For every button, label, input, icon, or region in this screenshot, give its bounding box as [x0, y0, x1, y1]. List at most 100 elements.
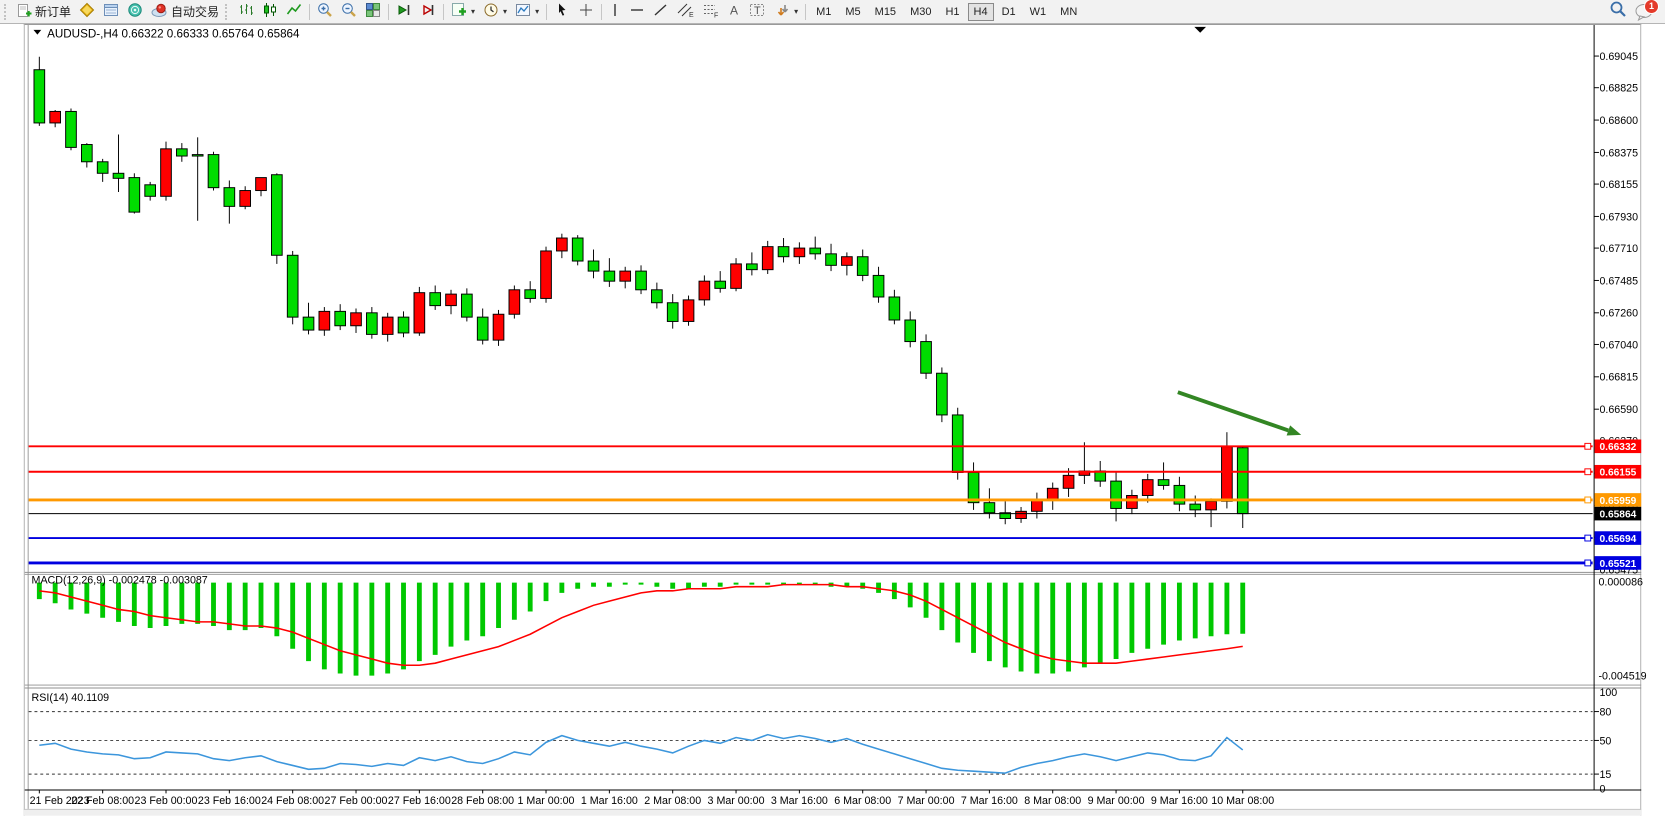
data-window-button[interactable] — [99, 2, 123, 22]
template-icon — [515, 2, 531, 21]
trendline-button[interactable] — [649, 2, 673, 22]
chart-window[interactable]: 0.690450.688250.686000.683750.681550.679… — [0, 24, 1665, 839]
search-icon[interactable] — [1609, 0, 1627, 23]
new-order-label: 新订单 — [35, 3, 71, 20]
price-tag-label: 0.65521 — [1599, 559, 1636, 570]
toolbar-separator — [309, 4, 310, 20]
date-tick-label: 2 Mar 08:00 — [644, 795, 701, 807]
date-tick-label: 7 Mar 00:00 — [898, 795, 955, 807]
rsi-label: RSI(14) 40.1109 — [32, 692, 110, 704]
candle-body — [145, 185, 156, 197]
hline-handle — [1585, 443, 1591, 449]
arrows-icon — [774, 2, 790, 21]
candle-body — [1032, 500, 1043, 512]
tf-button-W1[interactable]: W1 — [1024, 3, 1053, 21]
fibonacci-button[interactable]: F — [698, 2, 723, 22]
price-tick-label: 0.68375 — [1599, 147, 1638, 159]
date-tick-label: 27 Feb 00:00 — [325, 795, 388, 807]
tf-button-M30[interactable]: M30 — [904, 3, 937, 21]
candle-body — [446, 294, 457, 306]
market-watch-button[interactable] — [75, 2, 99, 22]
periods-button[interactable]: ▾ — [479, 2, 511, 22]
candle-body — [256, 178, 267, 191]
candle-body — [889, 297, 900, 320]
date-tick-label: 27 Feb 16:00 — [388, 795, 451, 807]
candle-body — [208, 155, 219, 188]
date-tick-label: 9 Mar 00:00 — [1088, 795, 1145, 807]
cursor-icon — [554, 2, 570, 21]
trendline-icon — [653, 2, 669, 21]
date-tick-label: 9 Mar 16:00 — [1151, 795, 1208, 807]
bar-chart-type-button[interactable] — [234, 2, 258, 22]
chart-shift-button[interactable] — [392, 2, 416, 22]
text-button[interactable]: A — [723, 2, 745, 22]
channel-button[interactable]: E — [673, 2, 698, 22]
candle-body — [1127, 495, 1138, 508]
auto-trading-button[interactable]: 自动交易 — [147, 2, 223, 22]
date-tick-label: 1 Mar 16:00 — [581, 795, 638, 807]
candle-body — [731, 264, 742, 288]
candle-body — [636, 271, 647, 290]
macd-label: MACD(12,26,9) -0.002478 -0.003087 — [32, 575, 208, 587]
candlestick-type-button[interactable] — [258, 2, 282, 22]
candle-body — [477, 317, 488, 340]
price-tag-label: 0.66332 — [1599, 442, 1636, 453]
date-tick-label: 28 Feb 08:00 — [451, 795, 514, 807]
candle-body — [493, 314, 504, 340]
tf-button-H4[interactable]: H4 — [968, 3, 994, 21]
line-chart-type-button[interactable] — [282, 2, 306, 22]
candle-body — [921, 342, 932, 374]
candle-body — [66, 111, 77, 147]
tf-button-D1[interactable]: D1 — [996, 3, 1022, 21]
arrows-button[interactable]: ▾ — [770, 2, 802, 22]
text-label-button[interactable]: T — [745, 2, 770, 22]
new-order-button[interactable]: 新订单 — [13, 2, 75, 22]
auto-trading-label: 自动交易 — [171, 3, 219, 20]
add-indicator-icon — [451, 2, 467, 21]
candle-body — [1047, 488, 1058, 500]
candle-body — [430, 293, 441, 306]
tf-button-MN[interactable]: MN — [1054, 3, 1083, 21]
tf-button-M15[interactable]: M15 — [869, 3, 902, 21]
rsi-scale-label: 15 — [1599, 769, 1611, 781]
zoom-in-button[interactable] — [313, 2, 337, 22]
fibonacci-icon: F — [702, 2, 719, 21]
add-indicator-button[interactable]: ▾ — [447, 2, 479, 22]
tf-button-M1[interactable]: M1 — [810, 3, 837, 21]
tf-button-H1[interactable]: H1 — [939, 3, 965, 21]
new-order-icon — [17, 3, 32, 21]
date-tick-label: 8 Mar 08:00 — [1024, 795, 1081, 807]
candle-body — [937, 373, 948, 415]
price-tick-label: 0.69045 — [1599, 51, 1638, 63]
candle-body — [240, 191, 251, 207]
vertical-line-button[interactable] — [605, 2, 625, 22]
candle-body — [826, 254, 837, 266]
rsi-scale-label: 80 — [1599, 706, 1611, 718]
toolbar-grip — [4, 4, 10, 20]
radar-icon — [127, 2, 143, 21]
candle-body — [620, 271, 631, 281]
templates-button[interactable]: ▾ — [511, 2, 543, 22]
candle-body — [952, 415, 963, 473]
price-tick-label: 0.67040 — [1599, 339, 1638, 351]
rsi-scale-label: 100 — [1599, 687, 1617, 699]
signal-button[interactable] — [123, 2, 147, 22]
tf-button-M5[interactable]: M5 — [839, 3, 866, 21]
candle-body — [588, 261, 599, 271]
candlestick-icon — [262, 2, 278, 21]
candle-body — [810, 248, 821, 254]
candle-body — [462, 294, 473, 317]
tile-windows-button[interactable] — [361, 2, 385, 22]
price-chart[interactable]: 0.690450.688250.686000.683750.681550.679… — [0, 24, 1665, 839]
zoom-out-button[interactable] — [337, 2, 361, 22]
price-tick-label: 0.67710 — [1599, 243, 1638, 255]
crosshair-button[interactable] — [574, 2, 598, 22]
timeframe-bar: M1M5M15M30H1H4D1W1MN — [809, 3, 1084, 21]
candle-body — [699, 281, 710, 300]
cursor-button[interactable] — [550, 2, 574, 22]
auto-scroll-button[interactable] — [416, 2, 440, 22]
candle-body — [541, 251, 552, 298]
chat-button[interactable]: 1 — [1635, 3, 1655, 21]
horizontal-line-button[interactable] — [625, 2, 649, 22]
svg-text:E: E — [689, 12, 694, 18]
